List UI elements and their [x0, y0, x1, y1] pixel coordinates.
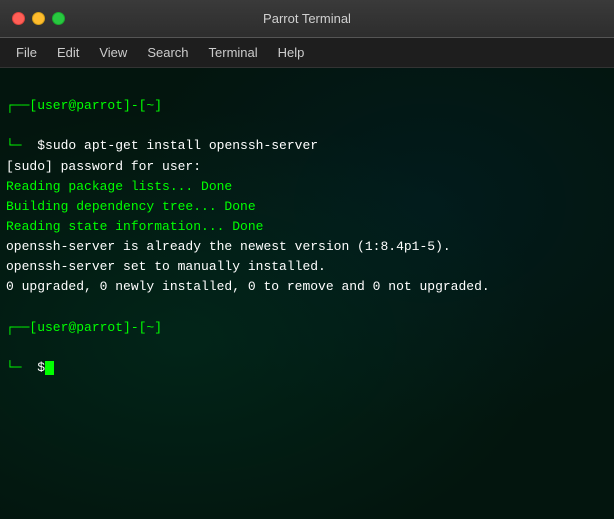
menu-terminal[interactable]: Terminal [201, 42, 266, 63]
menu-edit[interactable]: Edit [49, 42, 87, 63]
terminal-line-5: Building dependency tree... Done [6, 197, 608, 217]
terminal-line-1: ┌──[user@parrot]-[~] [6, 76, 608, 116]
menu-view[interactable]: View [91, 42, 135, 63]
terminal-line-2: └─ $sudo apt-get install openssh-server [6, 116, 608, 156]
menu-file[interactable]: File [8, 42, 45, 63]
menu-help[interactable]: Help [270, 42, 313, 63]
terminal-line-9: 0 upgraded, 0 newly installed, 0 to remo… [6, 277, 608, 297]
terminal-line-7: openssh-server is already the newest ver… [6, 237, 608, 257]
terminal-area[interactable]: ┌──[user@parrot]-[~] └─ $sudo apt-get in… [0, 68, 614, 519]
menu-search[interactable]: Search [139, 42, 196, 63]
minimize-button[interactable] [32, 12, 45, 25]
titlebar: Parrot Terminal [0, 0, 614, 38]
terminal-line-4: Reading package lists... Done [6, 177, 608, 197]
traffic-lights [12, 12, 65, 25]
close-button[interactable] [12, 12, 25, 25]
cursor [45, 361, 54, 375]
terminal-line-6: Reading state information... Done [6, 217, 608, 237]
menubar: File Edit View Search Terminal Help [0, 38, 614, 68]
maximize-button[interactable] [52, 12, 65, 25]
terminal-line-3: [sudo] password for user: [6, 157, 608, 177]
terminal-line-8: openssh-server set to manually installed… [6, 257, 608, 277]
terminal-line-10: ┌──[user@parrot]-[~] [6, 298, 608, 338]
terminal-line-11: └─ $ [6, 338, 608, 378]
window-title: Parrot Terminal [263, 11, 351, 26]
